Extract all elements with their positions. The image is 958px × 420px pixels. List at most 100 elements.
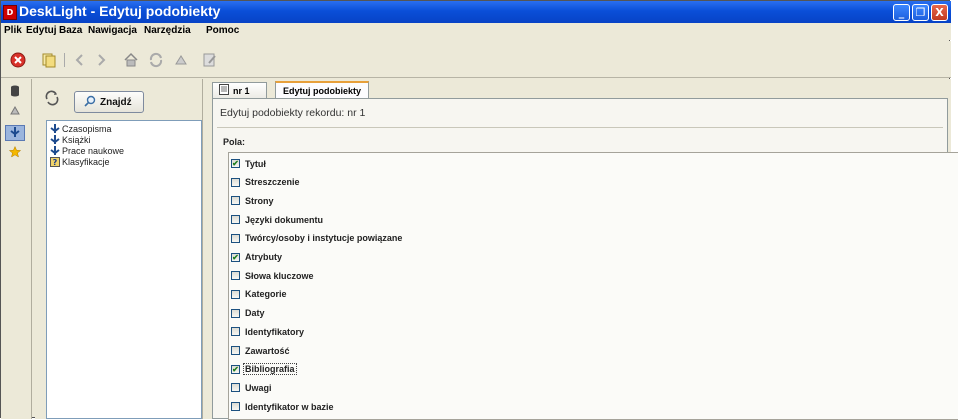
field-row[interactable]: Słowa kluczowe bbox=[231, 269, 315, 282]
window-title: DeskLight - Edytuj podobiekty bbox=[19, 3, 221, 19]
document-icon bbox=[219, 84, 229, 97]
tree-folder-icon bbox=[50, 145, 60, 156]
tree-folder-icon bbox=[50, 134, 60, 145]
field-checkbox[interactable] bbox=[231, 215, 240, 225]
field-label: Identyfikator w bazie bbox=[245, 401, 334, 412]
field-label: Języki dokumentu bbox=[245, 214, 324, 225]
field-label: Streszczenie bbox=[245, 177, 300, 188]
menu-plik[interactable]: Plik bbox=[4, 25, 22, 36]
field-row[interactable]: Strony bbox=[231, 194, 275, 207]
left-panel-toolbar: Znajdź bbox=[35, 84, 202, 120]
tree-folder-icon bbox=[50, 123, 60, 134]
arrows-icon[interactable] bbox=[7, 104, 23, 118]
field-row[interactable]: Języki dokumentu bbox=[231, 213, 324, 226]
tree-item-label: Książki bbox=[62, 134, 91, 145]
field-label: Słowa kluczowe bbox=[245, 270, 314, 281]
tree-item[interactable]: ? Klasyfikacje bbox=[50, 156, 110, 167]
tab-nr-1[interactable]: nr 1 bbox=[212, 82, 267, 98]
field-checkbox[interactable] bbox=[231, 196, 240, 206]
divider bbox=[217, 127, 943, 128]
field-checkbox[interactable] bbox=[231, 402, 240, 412]
side-strip bbox=[1, 79, 32, 419]
stop-icon[interactable] bbox=[9, 51, 27, 69]
menu-bar: Plik Edytuj Baza Nawigacja Narzędzia Pom… bbox=[1, 23, 951, 40]
app-icon: D bbox=[3, 5, 17, 20]
app-window: D DeskLight - Edytuj podobiekty _ ❐ X Pl… bbox=[0, 0, 958, 420]
find-button-label: Znajdź bbox=[100, 96, 132, 108]
fields-label: Pola: bbox=[223, 137, 246, 147]
reload-icon[interactable] bbox=[41, 90, 63, 112]
tab-panel: Edytuj podobiekty rekordu: nr 1 Pola: ✔ T… bbox=[212, 98, 958, 420]
tree-item[interactable]: Prace naukowe bbox=[50, 145, 124, 156]
database-icon[interactable] bbox=[7, 85, 23, 99]
field-label: Uwagi bbox=[245, 382, 272, 393]
field-row[interactable]: Streszczenie bbox=[231, 176, 301, 189]
field-label: Kategorie bbox=[245, 289, 287, 300]
svg-text:?: ? bbox=[53, 158, 58, 167]
title-bar[interactable]: D DeskLight - Edytuj podobiekty _ ❐ X bbox=[1, 1, 951, 23]
tree-question-icon: ? bbox=[50, 156, 60, 167]
field-row[interactable]: ✔ Tytuł bbox=[231, 157, 267, 170]
edit-icon[interactable] bbox=[201, 51, 219, 69]
field-label: Tytuł bbox=[245, 158, 266, 169]
close-button[interactable]: X bbox=[931, 4, 948, 21]
field-checkbox[interactable] bbox=[231, 308, 240, 318]
category-tree[interactable]: Czasopisma Książki Prace naukowe ? Klasy… bbox=[46, 120, 202, 419]
magnifier-icon bbox=[84, 95, 96, 110]
field-checkbox[interactable] bbox=[231, 177, 240, 187]
field-label: Bibliografia bbox=[243, 363, 297, 376]
tree-item-label: Czasopisma bbox=[62, 123, 112, 134]
tab-label: Edytuj podobiekty bbox=[282, 86, 361, 96]
main-toolbar bbox=[1, 41, 951, 78]
refresh-icon[interactable] bbox=[147, 51, 165, 69]
field-checkbox[interactable] bbox=[231, 271, 240, 281]
field-row[interactable]: ✔ Bibliografia bbox=[231, 363, 297, 376]
field-checkbox[interactable]: ✔ bbox=[231, 252, 240, 262]
field-row[interactable]: Identyfikator w bazie bbox=[231, 400, 335, 413]
field-label: Atrybuty bbox=[245, 252, 283, 262]
field-row[interactable]: Zawartość bbox=[231, 344, 291, 357]
field-label: Zawartość bbox=[245, 345, 290, 356]
field-row[interactable]: Uwagi bbox=[231, 381, 273, 394]
field-checkbox[interactable]: ✔ bbox=[231, 159, 240, 168]
forward-icon[interactable] bbox=[92, 51, 110, 69]
field-row[interactable]: Identyfikatory bbox=[231, 325, 305, 338]
field-checkbox[interactable] bbox=[231, 346, 240, 355]
star-icon[interactable] bbox=[7, 145, 23, 160]
tree-item[interactable]: Książki bbox=[50, 134, 91, 145]
field-label: Identyfikatory bbox=[245, 326, 305, 337]
field-row[interactable]: Daty bbox=[231, 307, 266, 320]
field-checkbox[interactable]: ✔ bbox=[231, 364, 240, 374]
panel-heading: Edytuj podobiekty rekordu: nr 1 bbox=[220, 107, 366, 119]
menu-baza[interactable]: Baza bbox=[59, 25, 82, 36]
field-checkbox[interactable] bbox=[231, 327, 240, 337]
copy-icon[interactable] bbox=[40, 51, 58, 69]
tree-item-label: Klasyfikacje bbox=[62, 156, 110, 167]
tab-edytuj-podobiekty[interactable]: Edytuj podobiekty bbox=[275, 81, 369, 99]
field-checkbox[interactable] bbox=[231, 383, 240, 393]
forward-link-icon[interactable] bbox=[172, 51, 190, 69]
field-checkbox[interactable] bbox=[231, 289, 240, 299]
fields-list: ✔ Tytuł Streszczenie Strony Języki dokumentu… bbox=[228, 152, 958, 420]
tree-item[interactable]: Czasopisma bbox=[50, 123, 112, 134]
field-checkbox[interactable] bbox=[231, 233, 240, 243]
home-icon[interactable] bbox=[122, 51, 140, 69]
field-label: Strony bbox=[245, 195, 274, 206]
find-button[interactable]: Znajdź bbox=[74, 91, 144, 113]
toolbar-separator bbox=[64, 53, 65, 67]
menu-nawigacja[interactable]: Nawigacja bbox=[88, 25, 137, 36]
field-row[interactable]: Kategorie bbox=[231, 288, 288, 301]
restore-button[interactable]: ❐ bbox=[912, 4, 929, 21]
field-row[interactable]: ✔ Atrybuty bbox=[231, 251, 283, 264]
menu-pomoc[interactable]: Pomoc bbox=[206, 25, 239, 36]
menu-edytuj[interactable]: Edytuj bbox=[26, 25, 57, 36]
tree-icon[interactable] bbox=[5, 125, 25, 141]
back-icon[interactable] bbox=[71, 51, 89, 69]
tab-label: nr 1 bbox=[233, 85, 250, 96]
menu-narzedzia[interactable]: Narzędzia bbox=[144, 25, 191, 36]
field-row[interactable]: Twórcy/osoby i instytucje powiązane bbox=[231, 232, 403, 245]
field-label: Twórcy/osoby i instytucje powiązane bbox=[245, 233, 403, 244]
minimize-button[interactable]: _ bbox=[893, 4, 910, 21]
field-label: Daty bbox=[245, 308, 265, 319]
main-content: nr 1 Edytuj podobiekty Edytuj podobiekty… bbox=[207, 79, 958, 420]
